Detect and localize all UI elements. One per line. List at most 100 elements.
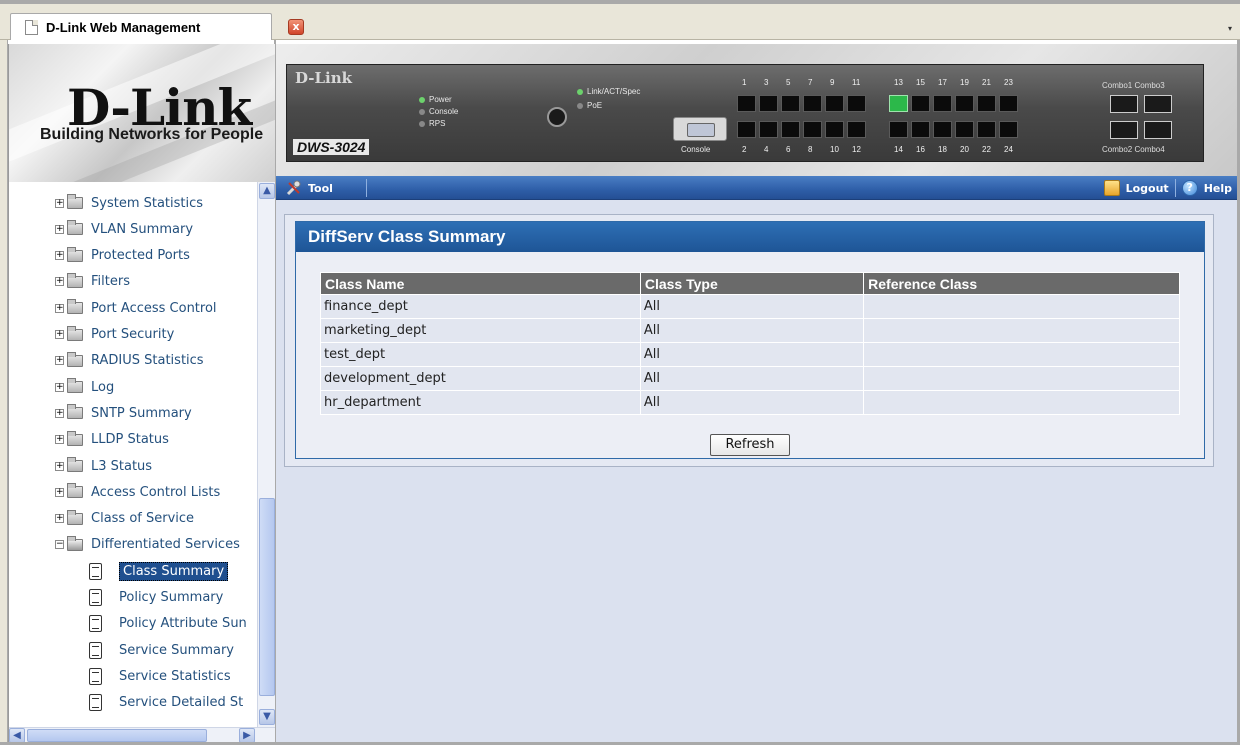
scroll-right-icon[interactable]: ▶: [239, 728, 255, 743]
tree-folder-port-access-control[interactable]: + Port Access Control: [9, 295, 257, 321]
tree-vertical-scrollbar[interactable]: ▲ ▼: [257, 182, 275, 727]
expand-icon[interactable]: +: [55, 435, 64, 445]
tree-folder-sntp-summary[interactable]: + SNTP Summary: [9, 400, 257, 426]
expand-icon[interactable]: +: [55, 514, 64, 524]
tree-folder-label[interactable]: Protected Ports: [91, 248, 190, 263]
combo-port-2[interactable]: [1110, 121, 1138, 139]
port-21[interactable]: [977, 95, 996, 112]
help-link[interactable]: Help: [1204, 182, 1232, 195]
port-11[interactable]: [847, 95, 866, 112]
tree-folder-radius-statistics[interactable]: + RADIUS Statistics: [9, 348, 257, 374]
expand-icon[interactable]: +: [55, 303, 64, 313]
combo-port-4[interactable]: [1144, 121, 1172, 139]
tree-folder-label[interactable]: Log: [91, 380, 114, 395]
port-8[interactable]: [803, 121, 822, 138]
tree-folder-label[interactable]: VLAN Summary: [91, 222, 193, 237]
port-18[interactable]: [933, 121, 952, 138]
refresh-button[interactable]: Refresh: [710, 434, 790, 456]
tree-leaf-label[interactable]: Class Summary: [119, 561, 229, 581]
tree-horizontal-scrollbar[interactable]: ◀ ▶: [9, 727, 275, 743]
tree-leaf-label[interactable]: Service Statistics: [119, 669, 231, 684]
port-20[interactable]: [955, 121, 974, 138]
port-13[interactable]: [889, 95, 908, 112]
logout-icon[interactable]: [1103, 180, 1120, 196]
tree-folder-port-security[interactable]: + Port Security: [9, 322, 257, 348]
expand-icon[interactable]: +: [55, 356, 64, 366]
logout-link[interactable]: Logout: [1126, 182, 1169, 195]
table-cell: marketing_dept: [320, 318, 641, 343]
tree-folder-protected-ports[interactable]: + Protected Ports: [9, 243, 257, 269]
tree-leaf-class-summary[interactable]: Class Summary: [9, 558, 257, 584]
expand-icon[interactable]: +: [55, 198, 64, 208]
tree-folder-label[interactable]: RADIUS Statistics: [91, 353, 204, 368]
tree-folder-differentiated-services[interactable]: − Differentiated Services: [9, 532, 257, 558]
tree-folder-label[interactable]: System Statistics: [91, 196, 203, 211]
tree-folder-lldp-status[interactable]: + LLDP Status: [9, 427, 257, 453]
tree-folder-access-control-lists[interactable]: + Access Control Lists: [9, 479, 257, 505]
scroll-left-icon[interactable]: ◀: [9, 728, 25, 743]
scroll-thumb[interactable]: [259, 498, 275, 696]
tree-leaf-label[interactable]: Service Detailed St: [119, 695, 243, 710]
port-7[interactable]: [803, 95, 822, 112]
expand-icon[interactable]: +: [55, 224, 64, 234]
port-12[interactable]: [847, 121, 866, 138]
browser-tab[interactable]: D-Link Web Management: [10, 13, 272, 40]
combo-port-3[interactable]: [1144, 95, 1172, 113]
tree-folder-label[interactable]: Port Security: [91, 327, 174, 342]
scroll-down-icon[interactable]: ▼: [259, 709, 275, 725]
tree-folder-log[interactable]: + Log: [9, 374, 257, 400]
port-19[interactable]: [955, 95, 974, 112]
tree-folder-label[interactable]: Class of Service: [91, 511, 194, 526]
port-9[interactable]: [825, 95, 844, 112]
tree-folder-label[interactable]: Access Control Lists: [91, 485, 220, 500]
port-23[interactable]: [999, 95, 1018, 112]
expand-icon[interactable]: +: [55, 251, 64, 261]
expand-icon[interactable]: +: [55, 382, 64, 392]
tree-folder-vlan-summary[interactable]: + VLAN Summary: [9, 216, 257, 242]
combo-port-1[interactable]: [1110, 95, 1138, 113]
expand-icon[interactable]: +: [55, 461, 64, 471]
tab-list-dropdown-icon[interactable]: ▾: [1228, 24, 1236, 33]
collapse-icon[interactable]: −: [55, 540, 64, 550]
port-17[interactable]: [933, 95, 952, 112]
tree-folder-system-statistics[interactable]: + System Statistics: [9, 190, 257, 216]
tool-menu[interactable]: Tool: [286, 180, 333, 196]
port-6[interactable]: [781, 121, 800, 138]
port-5[interactable]: [781, 95, 800, 112]
port-10[interactable]: [825, 121, 844, 138]
port-3[interactable]: [759, 95, 778, 112]
expand-icon[interactable]: +: [55, 330, 64, 339]
port-14[interactable]: [889, 121, 908, 138]
tree-folder-label[interactable]: Port Access Control: [91, 301, 217, 316]
port-4[interactable]: [759, 121, 778, 138]
tree-folder-label[interactable]: L3 Status: [91, 459, 152, 474]
tree-leaf-service-detailed-st[interactable]: Service Detailed St: [9, 690, 257, 716]
help-icon[interactable]: ?: [1181, 180, 1198, 196]
port-15[interactable]: [911, 95, 930, 112]
tree-leaf-label[interactable]: Policy Attribute Sun: [119, 616, 247, 631]
tree-folder-class-of-service[interactable]: + Class of Service: [9, 506, 257, 532]
port-1[interactable]: [737, 95, 756, 112]
tree-folder-label[interactable]: Differentiated Services: [91, 537, 240, 552]
expand-icon[interactable]: +: [55, 487, 64, 497]
tree-leaf-label[interactable]: Policy Summary: [119, 590, 223, 605]
tree-folder-l3-status[interactable]: + L3 Status: [9, 453, 257, 479]
port-24[interactable]: [999, 121, 1018, 138]
tree-folder-label[interactable]: LLDP Status: [91, 432, 169, 447]
tree-leaf-service-statistics[interactable]: Service Statistics: [9, 663, 257, 689]
scroll-up-icon[interactable]: ▲: [259, 183, 275, 199]
close-tab-icon[interactable]: x: [288, 19, 304, 35]
tree-leaf-policy-attribute-sun[interactable]: Policy Attribute Sun: [9, 611, 257, 637]
tree-folder-filters[interactable]: + Filters: [9, 269, 257, 295]
expand-icon[interactable]: +: [55, 408, 64, 418]
tree-folder-label[interactable]: Filters: [91, 274, 130, 289]
tree-leaf-label[interactable]: Service Summary: [119, 643, 234, 658]
port-22[interactable]: [977, 121, 996, 138]
tree-leaf-service-summary[interactable]: Service Summary: [9, 637, 257, 663]
tree-leaf-policy-summary[interactable]: Policy Summary: [9, 585, 257, 611]
scroll-thumb-horizontal[interactable]: [27, 729, 207, 742]
expand-icon[interactable]: +: [55, 277, 64, 287]
port-2[interactable]: [737, 121, 756, 138]
tree-folder-label[interactable]: SNTP Summary: [91, 406, 192, 421]
port-16[interactable]: [911, 121, 930, 138]
